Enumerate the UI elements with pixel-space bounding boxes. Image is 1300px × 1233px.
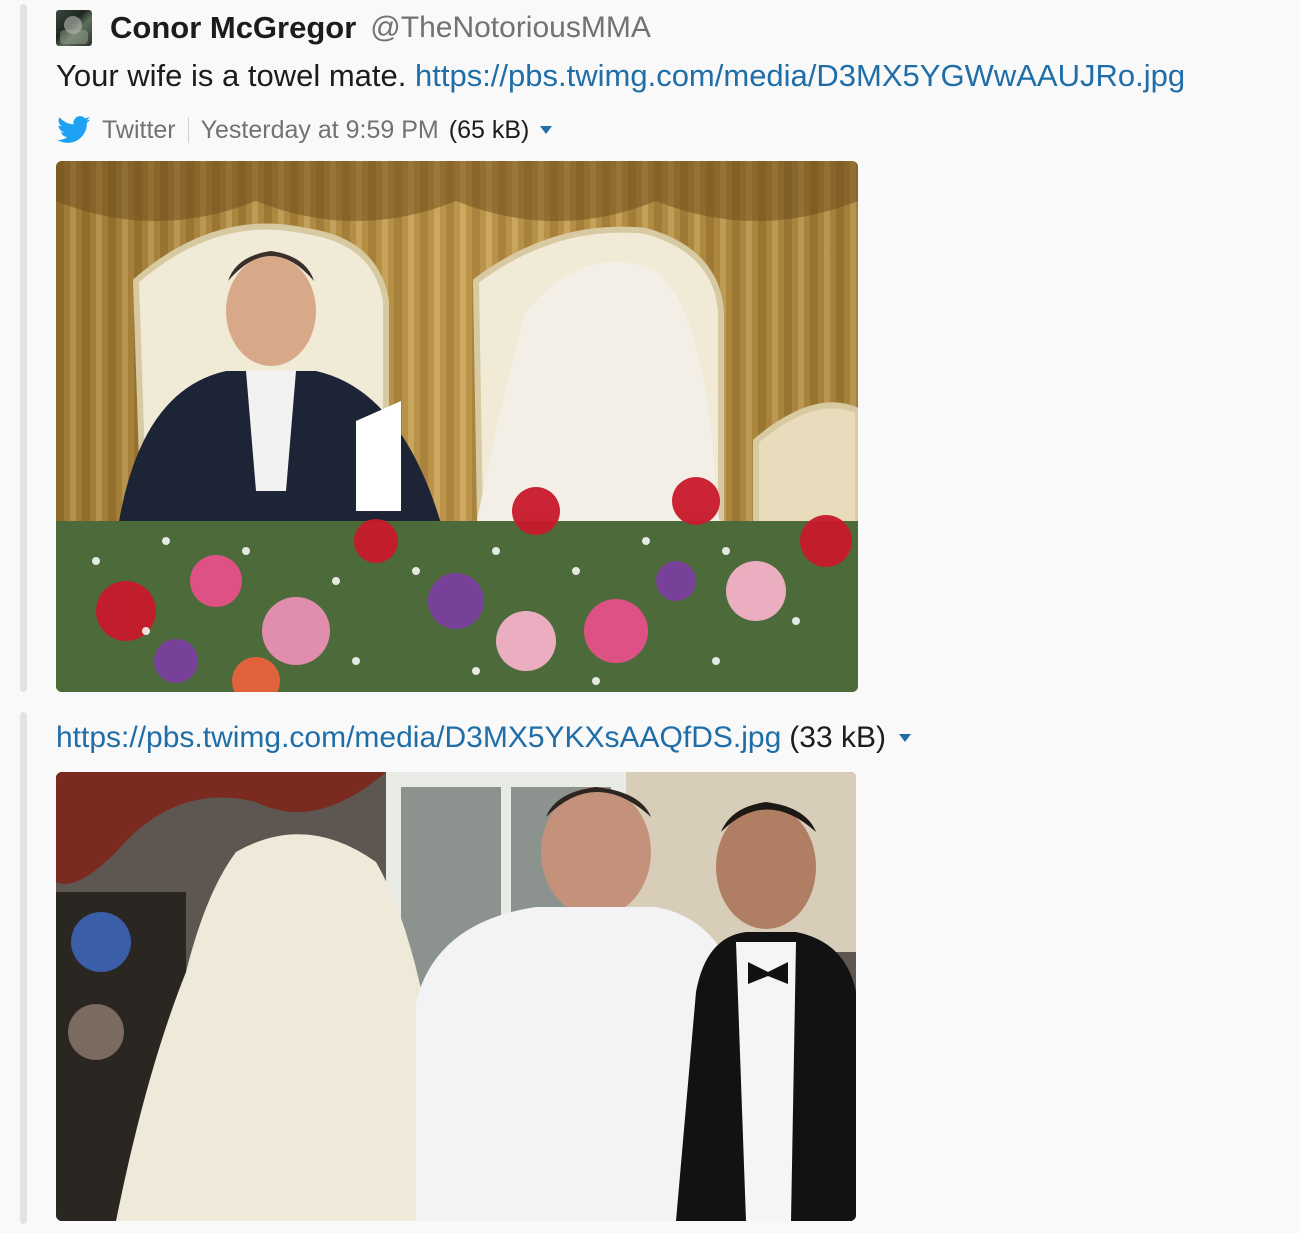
second-attachment-row: https://pbs.twimg.com/media/D3MX5YKXsAAQ… [56,718,912,758]
photo-wedding-table [56,161,858,692]
twitter-bird-icon [57,116,91,143]
tweet-text: Your wife is a towel mate. [56,58,407,93]
tweet-image-link[interactable]: https://pbs.twimg.com/media/D3MX5YGWwAAU… [415,58,1185,93]
tweet-header: Conor McGregor @TheNotoriousMMA [56,8,651,48]
message-page: Conor McGregor @TheNotoriousMMA Your wif… [0,0,1300,1233]
tweet-meta: Twitter Yesterday at 9:59 PM (65 kB) [56,112,553,148]
source-label[interactable]: Twitter [102,116,176,145]
photo-wedding-outdoor [56,772,856,1221]
quote-bar [20,4,27,692]
file-size: (33 kB) [789,721,886,754]
attached-photo[interactable] [56,772,856,1221]
quote-bar [20,712,27,1224]
second-image-link[interactable]: https://pbs.twimg.com/media/D3MX5YKXsAAQ… [56,721,781,755]
caret-down-icon[interactable] [539,125,553,135]
author-handle[interactable]: @TheNotoriousMMA [370,11,651,45]
file-size: (65 kB) [448,115,530,144]
timestamp[interactable]: Yesterday at 9:59 PM [201,116,439,145]
author-name[interactable]: Conor McGregor [110,10,356,46]
avatar[interactable] [56,10,92,46]
tweet-text-row: Your wife is a towel mate. https://pbs.t… [56,58,1185,94]
caret-down-icon[interactable] [898,733,912,743]
meta-divider [187,117,189,143]
attached-photo[interactable] [56,161,858,692]
